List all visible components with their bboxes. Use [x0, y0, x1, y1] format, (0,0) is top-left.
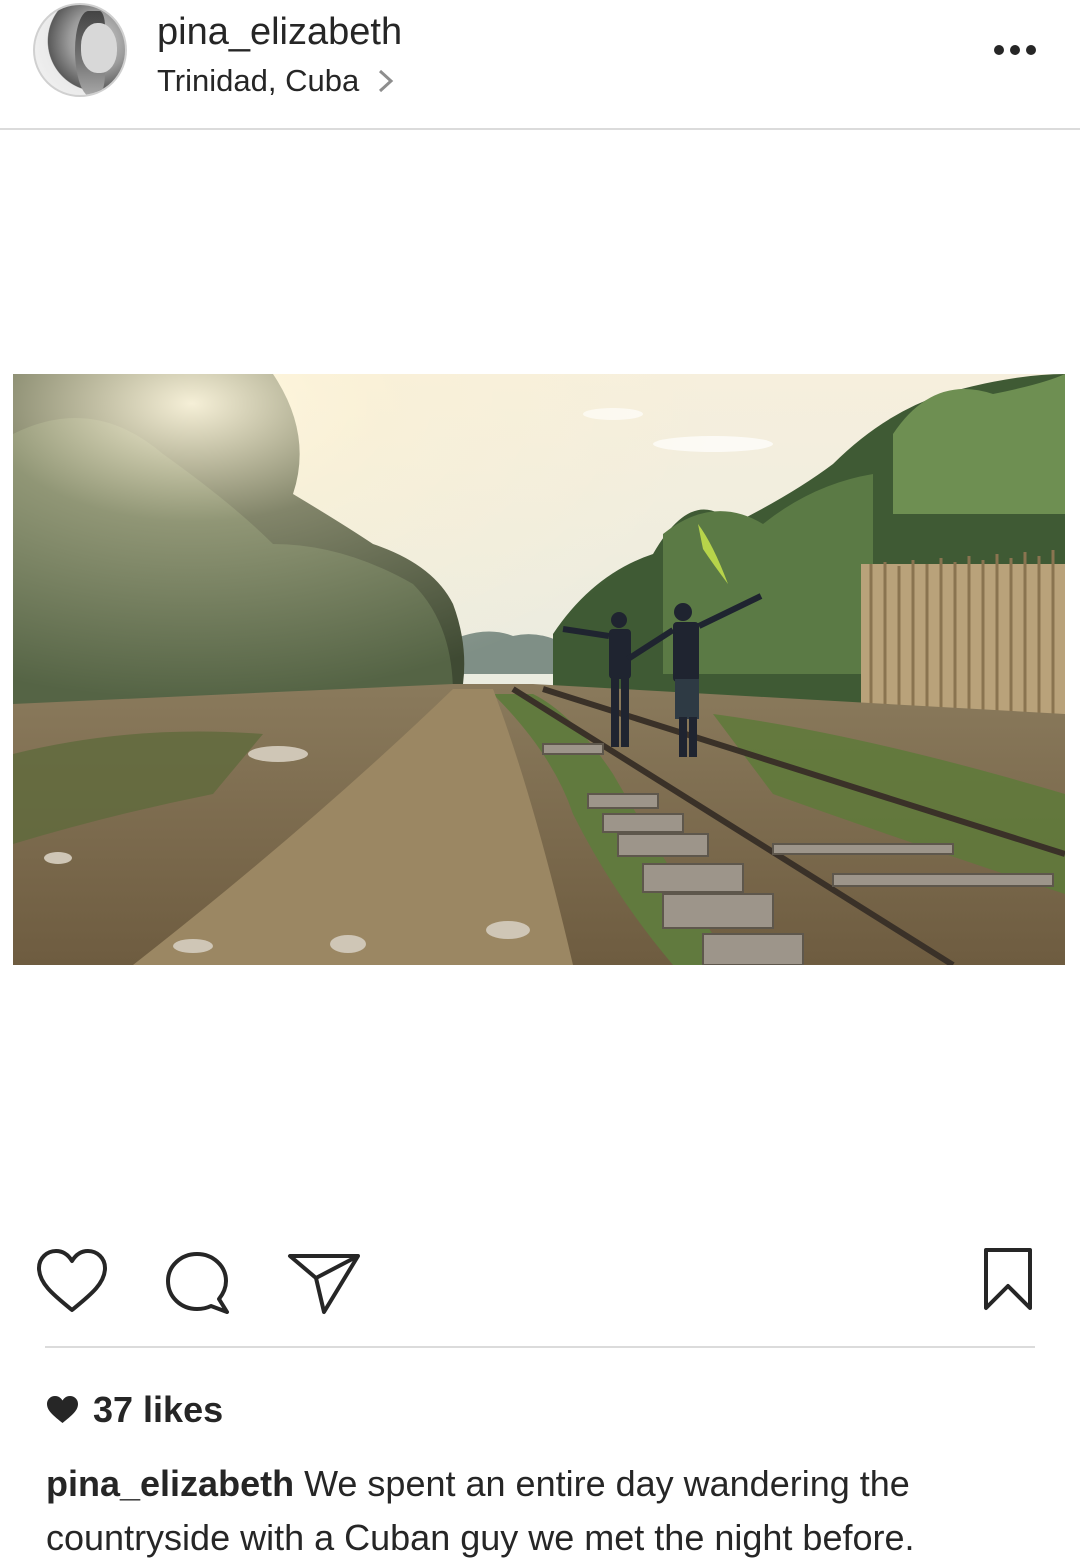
chevron-right-icon[interactable]	[376, 68, 396, 94]
caption-text-line1: We spent an entire day wandering the	[304, 1463, 910, 1504]
post-header: pina_elizabeth Trinidad, Cuba	[0, 0, 1080, 130]
likes-count: 37	[93, 1389, 134, 1430]
avatar-face	[81, 23, 117, 73]
bookmark-icon[interactable]	[982, 1246, 1034, 1312]
heart-filled-icon	[47, 1396, 78, 1423]
likes-row[interactable]: 37 likes	[46, 1388, 223, 1432]
paper-plane-icon[interactable]	[286, 1248, 362, 1316]
caption-username[interactable]: pina_elizabeth	[46, 1463, 294, 1504]
more-options-icon[interactable]	[990, 40, 1040, 60]
avatar[interactable]	[33, 3, 127, 97]
railway-photo	[13, 374, 1065, 965]
post-location[interactable]: Trinidad, Cuba	[157, 62, 359, 100]
action-bar	[0, 1240, 1080, 1320]
post-photo[interactable]	[13, 374, 1065, 965]
caption-text-line2: countryside with a Cuban guy we met the …	[46, 1517, 915, 1558]
comment-bubble-icon[interactable]	[163, 1250, 231, 1316]
post-username[interactable]: pina_elizabeth	[157, 10, 402, 54]
post-caption: pina_elizabeth We spent an entire day wa…	[46, 1457, 1046, 1565]
likes-label: likes	[143, 1389, 224, 1430]
divider	[45, 1346, 1035, 1348]
heart-outline-icon[interactable]	[35, 1248, 109, 1314]
instagram-post: pina_elizabeth Trinidad, Cuba 37 likes p…	[0, 0, 1080, 1565]
